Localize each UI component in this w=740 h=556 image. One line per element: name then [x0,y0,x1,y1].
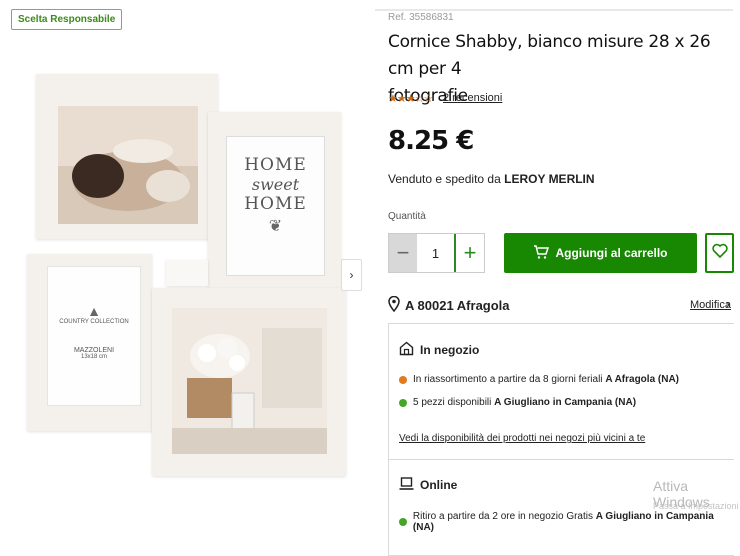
seller-info: Venduto e spedito da LEROY MERLIN [388,172,595,186]
heart-icon [711,243,728,263]
nearby-stores-link[interactable]: Vedi la disponibilità dei prodotti nei n… [399,433,645,444]
frame-bottom-left: ▲ COUNTRY COLLECTION MAZZOLENI 13x18 cm [27,254,152,431]
location-pin-icon [388,295,400,315]
windows-activation-subtext: Passa a Impostazioni [653,501,739,511]
brand-card: ▲ COUNTRY COLLECTION MAZZOLENI 13x18 cm [47,266,141,406]
brand-text-mazzoleni: MAZZOLENI [73,347,115,354]
availability-afragola-store: A Afragola (NA) [605,374,680,385]
delivery-location: A 80021 Afragola [388,295,510,315]
teapot-icon: ❦ [268,216,283,235]
store-icon [399,341,414,359]
in-store-title: In negozio [420,343,480,357]
quantity-label: Quantità [388,211,426,222]
responsible-choice-badge: Scelta Responsabile [11,9,123,30]
availability-afragola-text: In riassortimento a partire da 8 giorni … [413,374,679,385]
print-text-sweet: sweet [251,175,300,194]
availability-giugliano-text: 5 pezzi disponibili A Giugliano in Campa… [413,397,636,408]
in-store-header: In negozio [399,341,479,359]
chevron-right-icon: › [726,297,730,311]
brand-text-size: 13x18 cm [80,354,107,360]
status-green-dot [399,518,407,526]
brand-logo-icon: ▲ [87,303,101,319]
product-title: Cornice Shabby, bianco misure 28 x 26 cm… [388,29,718,110]
location-text: A 80021 Afragola [405,298,510,313]
status-green-dot [399,398,407,407]
online-pickup: Ritiro a partire da 2 ore in negozio Gra… [399,511,734,533]
online-title: Online [420,478,458,492]
frame-connector [166,260,208,286]
product-reference: Ref. 35586831 [388,12,454,23]
frame-bottom-right [152,288,346,476]
status-orange-dot [399,375,407,384]
cart-icon [533,244,550,263]
reviews-link[interactable]: 2 recensioni [443,92,502,104]
online-pickup-prefix: Ritiro a partire da 2 ore in negozio Gra… [412,511,593,522]
photo-woman [58,106,198,224]
photo-flowers [172,308,327,454]
laptop-icon [399,477,414,493]
quantity-decrease-button[interactable]: − [389,234,417,272]
wishlist-button[interactable] [705,233,734,273]
product-title-line1: Cornice Shabby, bianco misure 28 x 26 cm… [388,32,711,79]
availability-giugliano-store: A Giugliano in Campania (NA) [494,397,637,408]
quantity-increase-button[interactable]: + [454,234,484,272]
header-divider [375,9,733,11]
print-text-home-2: HOME [244,194,307,214]
rating-stars-icon: ★★★☆☆ [388,93,433,105]
seller-prefix: Venduto e spedito da [388,172,501,186]
online-pickup-text: Ritiro a partire da 2 ore in negozio Gra… [413,511,734,533]
seller-name: LEROY MERLIN [504,172,595,186]
frame-top-left [36,74,218,239]
product-image-gallery[interactable]: HOME sweet HOME ❦ ▲ COUNTRY COLLECTION M… [0,40,366,510]
availability-afragola: In riassortimento a partire da 8 giorni … [399,374,679,385]
add-to-cart-button[interactable]: Aggiungi al carrello [504,233,697,273]
gallery-next-button[interactable]: › [341,259,362,291]
availability-giugliano-prefix: 5 pezzi disponibili [413,397,492,408]
add-to-cart-label: Aggiungi al carrello [555,246,668,260]
product-price: 8.25 € [388,126,474,156]
modify-location-link[interactable]: Modifica [690,299,731,311]
home-sweet-home-print: HOME sweet HOME ❦ [226,136,325,276]
quantity-stepper: − 1 + [388,233,485,273]
online-header: Online [399,477,457,493]
quantity-input[interactable]: 1 [417,234,454,272]
availability-giugliano: 5 pezzi disponibili A Giugliano in Campa… [399,397,636,408]
in-store-panel: In negozio In riassortimento a partire d… [388,323,734,460]
availability-afragola-prefix: In riassortimento a partire da 8 giorni … [413,374,603,385]
brand-text-collection: COUNTRY COLLECTION [59,319,129,325]
print-text-home-1: HOME [244,155,307,175]
frame-top-right: HOME sweet HOME ❦ [208,112,341,298]
